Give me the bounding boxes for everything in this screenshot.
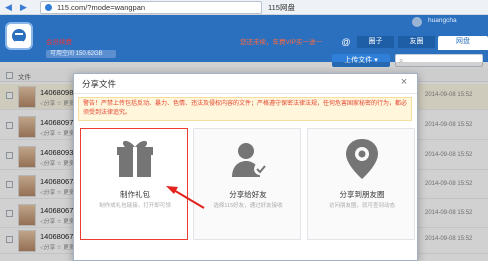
logo-icon[interactable]	[5, 22, 33, 50]
friend-icon	[232, 143, 266, 177]
storage-label: 可用空间 150.62GB	[50, 51, 103, 57]
warning-banner: 警告！严禁上传包括反动、暴力、色情、违法及侵权内容的文件；严格遵守保密法律法规，…	[78, 97, 412, 121]
close-icon[interactable]: ×	[398, 76, 410, 88]
user-name[interactable]: huangcha	[428, 17, 457, 24]
avatar[interactable]	[412, 17, 422, 27]
browser-tab-title: 115网盘	[268, 3, 295, 12]
location-pin-icon	[346, 139, 378, 179]
arrow-annotation-icon	[166, 186, 205, 209]
dialog-title: 分享文件	[82, 79, 117, 89]
url-text: 115.com/?mode=wangpan	[57, 3, 146, 12]
card-desc: 选择115好友，通过好友接收	[213, 203, 283, 209]
share-to-circle-card[interactable]: 分享到朋友圈 访问朋友圈，就可查到动态	[307, 128, 415, 240]
card-desc: 访问朋友圈，就可查到动态	[328, 203, 395, 209]
tab-cloud-drive[interactable]: 网盘	[438, 36, 488, 50]
lock-icon	[45, 4, 52, 11]
divider	[74, 93, 417, 94]
browser-tab[interactable]: 115网盘	[268, 1, 468, 14]
forward-icon[interactable]: ▶	[18, 2, 29, 13]
address-bar[interactable]: 115.com/?mode=wangpan	[40, 1, 262, 14]
at-icon[interactable]: @	[340, 36, 352, 48]
tab-circle[interactable]: 圈子	[357, 36, 394, 48]
card-title: 分享到朋友圈	[339, 190, 385, 199]
card-title: 分享给好友	[229, 190, 267, 199]
back-icon[interactable]: ◀	[3, 2, 14, 13]
tab-friends[interactable]: 友圈	[398, 36, 435, 48]
header-notice[interactable]: 您还未续，年费VIP买一送一	[240, 36, 322, 46]
header-promo-text[interactable]: 会员续费	[46, 36, 72, 46]
